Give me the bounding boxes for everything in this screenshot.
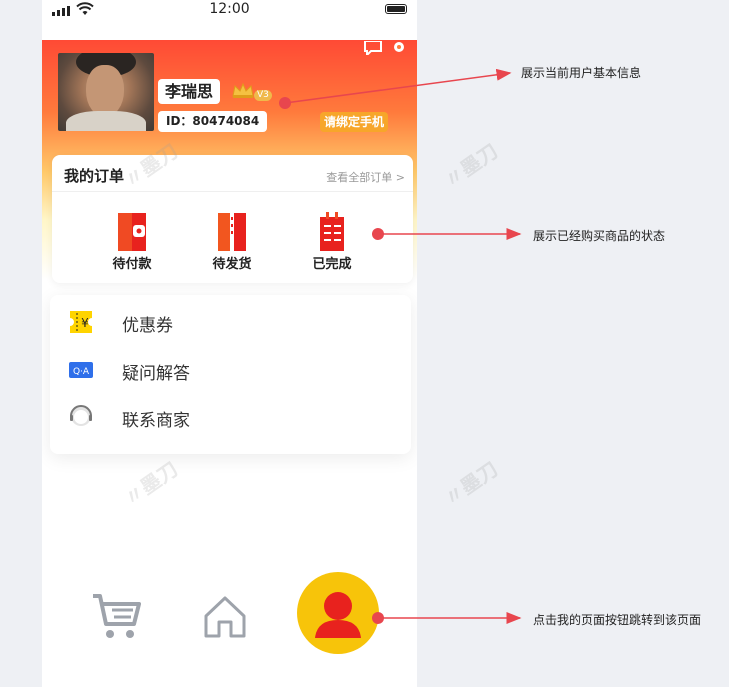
- annotation-me-button: 点击我的页面按钮跳转到该页面: [533, 613, 702, 627]
- annotation-user-info: 展示当前用户基本信息: [521, 66, 642, 80]
- annotation-order-status: 展示已经购买商品的状态: [533, 229, 666, 243]
- annotation-arrows: [279, 68, 522, 624]
- annotation-arrow: [284, 68, 512, 104]
